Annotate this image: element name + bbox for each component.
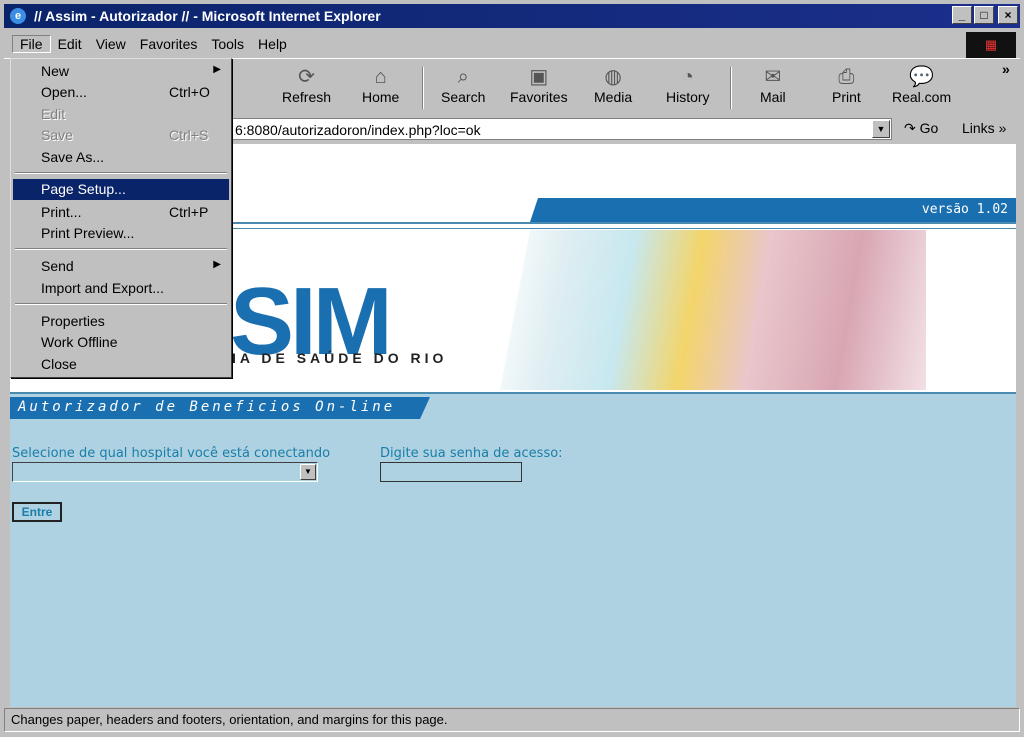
menu-bar: File Edit View Favorites Tools Help bbox=[4, 32, 1020, 56]
menu-item-print[interactable]: Print... Ctrl+P bbox=[13, 202, 229, 223]
menu-item-open[interactable]: Open... Ctrl+O bbox=[13, 82, 229, 103]
links-button[interactable]: Links » bbox=[962, 120, 1006, 136]
menu-separator bbox=[15, 172, 227, 174]
menu-help[interactable]: Help bbox=[251, 36, 294, 52]
print-button[interactable]: ⎙ Print bbox=[832, 65, 861, 105]
menu-item-edit: Edit bbox=[41, 106, 66, 122]
print-icon: ⎙ bbox=[838, 66, 855, 88]
login-form: Autorizador de Beneficios On-line Seleci… bbox=[10, 394, 1016, 707]
refresh-icon: ⟳ bbox=[298, 66, 315, 88]
history-icon: ◔ bbox=[681, 66, 694, 88]
media-button[interactable]: ◍ Media bbox=[594, 65, 632, 105]
menu-item-print-preview[interactable]: Print Preview... bbox=[13, 223, 229, 244]
password-label: Digite sua senha de acesso: bbox=[380, 446, 563, 461]
menu-item-page-setup[interactable]: Page Setup... bbox=[13, 179, 229, 200]
favorites-icon: ▣ bbox=[529, 66, 549, 88]
status-bar: Changes paper, headers and footers, orie… bbox=[4, 708, 1020, 732]
banner-photo bbox=[500, 230, 926, 390]
home-button[interactable]: ⌂ Home bbox=[362, 65, 399, 105]
hospital-label: Selecione de qual hospital você está con… bbox=[12, 446, 331, 461]
toolbar-more-button[interactable]: » bbox=[1002, 61, 1010, 77]
menu-item-work-offline[interactable]: Work Offline bbox=[13, 332, 229, 353]
menu-item-new[interactable]: New ▶ bbox=[13, 61, 229, 82]
submenu-arrow-icon: ▶ bbox=[213, 259, 221, 270]
menu-tools[interactable]: Tools bbox=[204, 36, 251, 52]
real-button[interactable]: 💬 Real.com bbox=[892, 65, 951, 105]
search-icon: ⌕ bbox=[457, 66, 469, 88]
chevron-down-icon[interactable]: ▼ bbox=[300, 464, 316, 480]
password-input[interactable] bbox=[380, 462, 522, 482]
version-bar: versão 1.02 bbox=[530, 198, 1016, 222]
ie-icon: e bbox=[10, 8, 26, 24]
menu-item-close[interactable]: Close bbox=[13, 354, 229, 375]
form-title: Autorizador de Beneficios On-line bbox=[10, 397, 430, 419]
mail-icon: ✉ bbox=[764, 66, 782, 88]
history-button[interactable]: ◔ History bbox=[666, 65, 710, 105]
close-button[interactable]: × bbox=[998, 6, 1018, 24]
menu-item-save-as[interactable]: Save As... bbox=[13, 147, 229, 168]
menu-item-send[interactable]: Send ▶ bbox=[13, 256, 229, 277]
maximize-button[interactable]: □ bbox=[974, 6, 994, 24]
menu-separator bbox=[15, 303, 227, 305]
go-arrow-icon: ↷ bbox=[904, 120, 916, 136]
home-icon: ⌂ bbox=[374, 66, 387, 88]
address-dropdown-button[interactable]: ▼ bbox=[872, 120, 890, 138]
menu-favorites[interactable]: Favorites bbox=[133, 36, 205, 52]
submenu-arrow-icon: ▶ bbox=[213, 64, 221, 75]
address-input[interactable]: 6:8080/autorizadoron/index.php?loc=ok bbox=[230, 118, 892, 140]
minimize-button[interactable]: _ bbox=[952, 6, 972, 24]
refresh-button[interactable]: ⟳ Refresh bbox=[282, 65, 331, 105]
windows-logo-icon: ▦ bbox=[966, 32, 1016, 58]
toolbar-separator bbox=[730, 67, 732, 109]
search-button[interactable]: ⌕ Search bbox=[441, 65, 485, 105]
menu-separator bbox=[15, 248, 227, 250]
menu-edit[interactable]: Edit bbox=[51, 36, 89, 52]
favorites-button[interactable]: ▣ Favorites bbox=[510, 65, 568, 105]
logo-subtitle: IA DE SAÚDE DO RIO bbox=[232, 350, 448, 366]
go-button[interactable]: ↷ Go bbox=[904, 120, 938, 137]
window-title: // Assim - Autorizador // - Microsoft In… bbox=[34, 8, 381, 24]
menu-view[interactable]: View bbox=[89, 36, 133, 52]
hospital-select[interactable]: ▼ bbox=[12, 462, 318, 482]
menu-file[interactable]: File bbox=[12, 35, 51, 53]
entre-button[interactable]: Entre bbox=[12, 502, 62, 522]
file-menu: New ▶ Open... Ctrl+O Edit Save Ctrl+S Save … bbox=[10, 58, 232, 378]
mail-button[interactable]: ✉ Mail bbox=[760, 65, 786, 105]
real-icon: 💬 bbox=[909, 66, 935, 88]
media-icon: ◍ bbox=[604, 66, 622, 88]
menu-item-save: Save Ctrl+S bbox=[41, 127, 209, 143]
menu-item-properties[interactable]: Properties bbox=[13, 311, 229, 332]
title-bar: e // Assim - Autorizador // - Microsoft … bbox=[4, 4, 1020, 28]
menu-item-import-export[interactable]: Import and Export... bbox=[13, 278, 229, 299]
toolbar-separator bbox=[422, 67, 424, 109]
